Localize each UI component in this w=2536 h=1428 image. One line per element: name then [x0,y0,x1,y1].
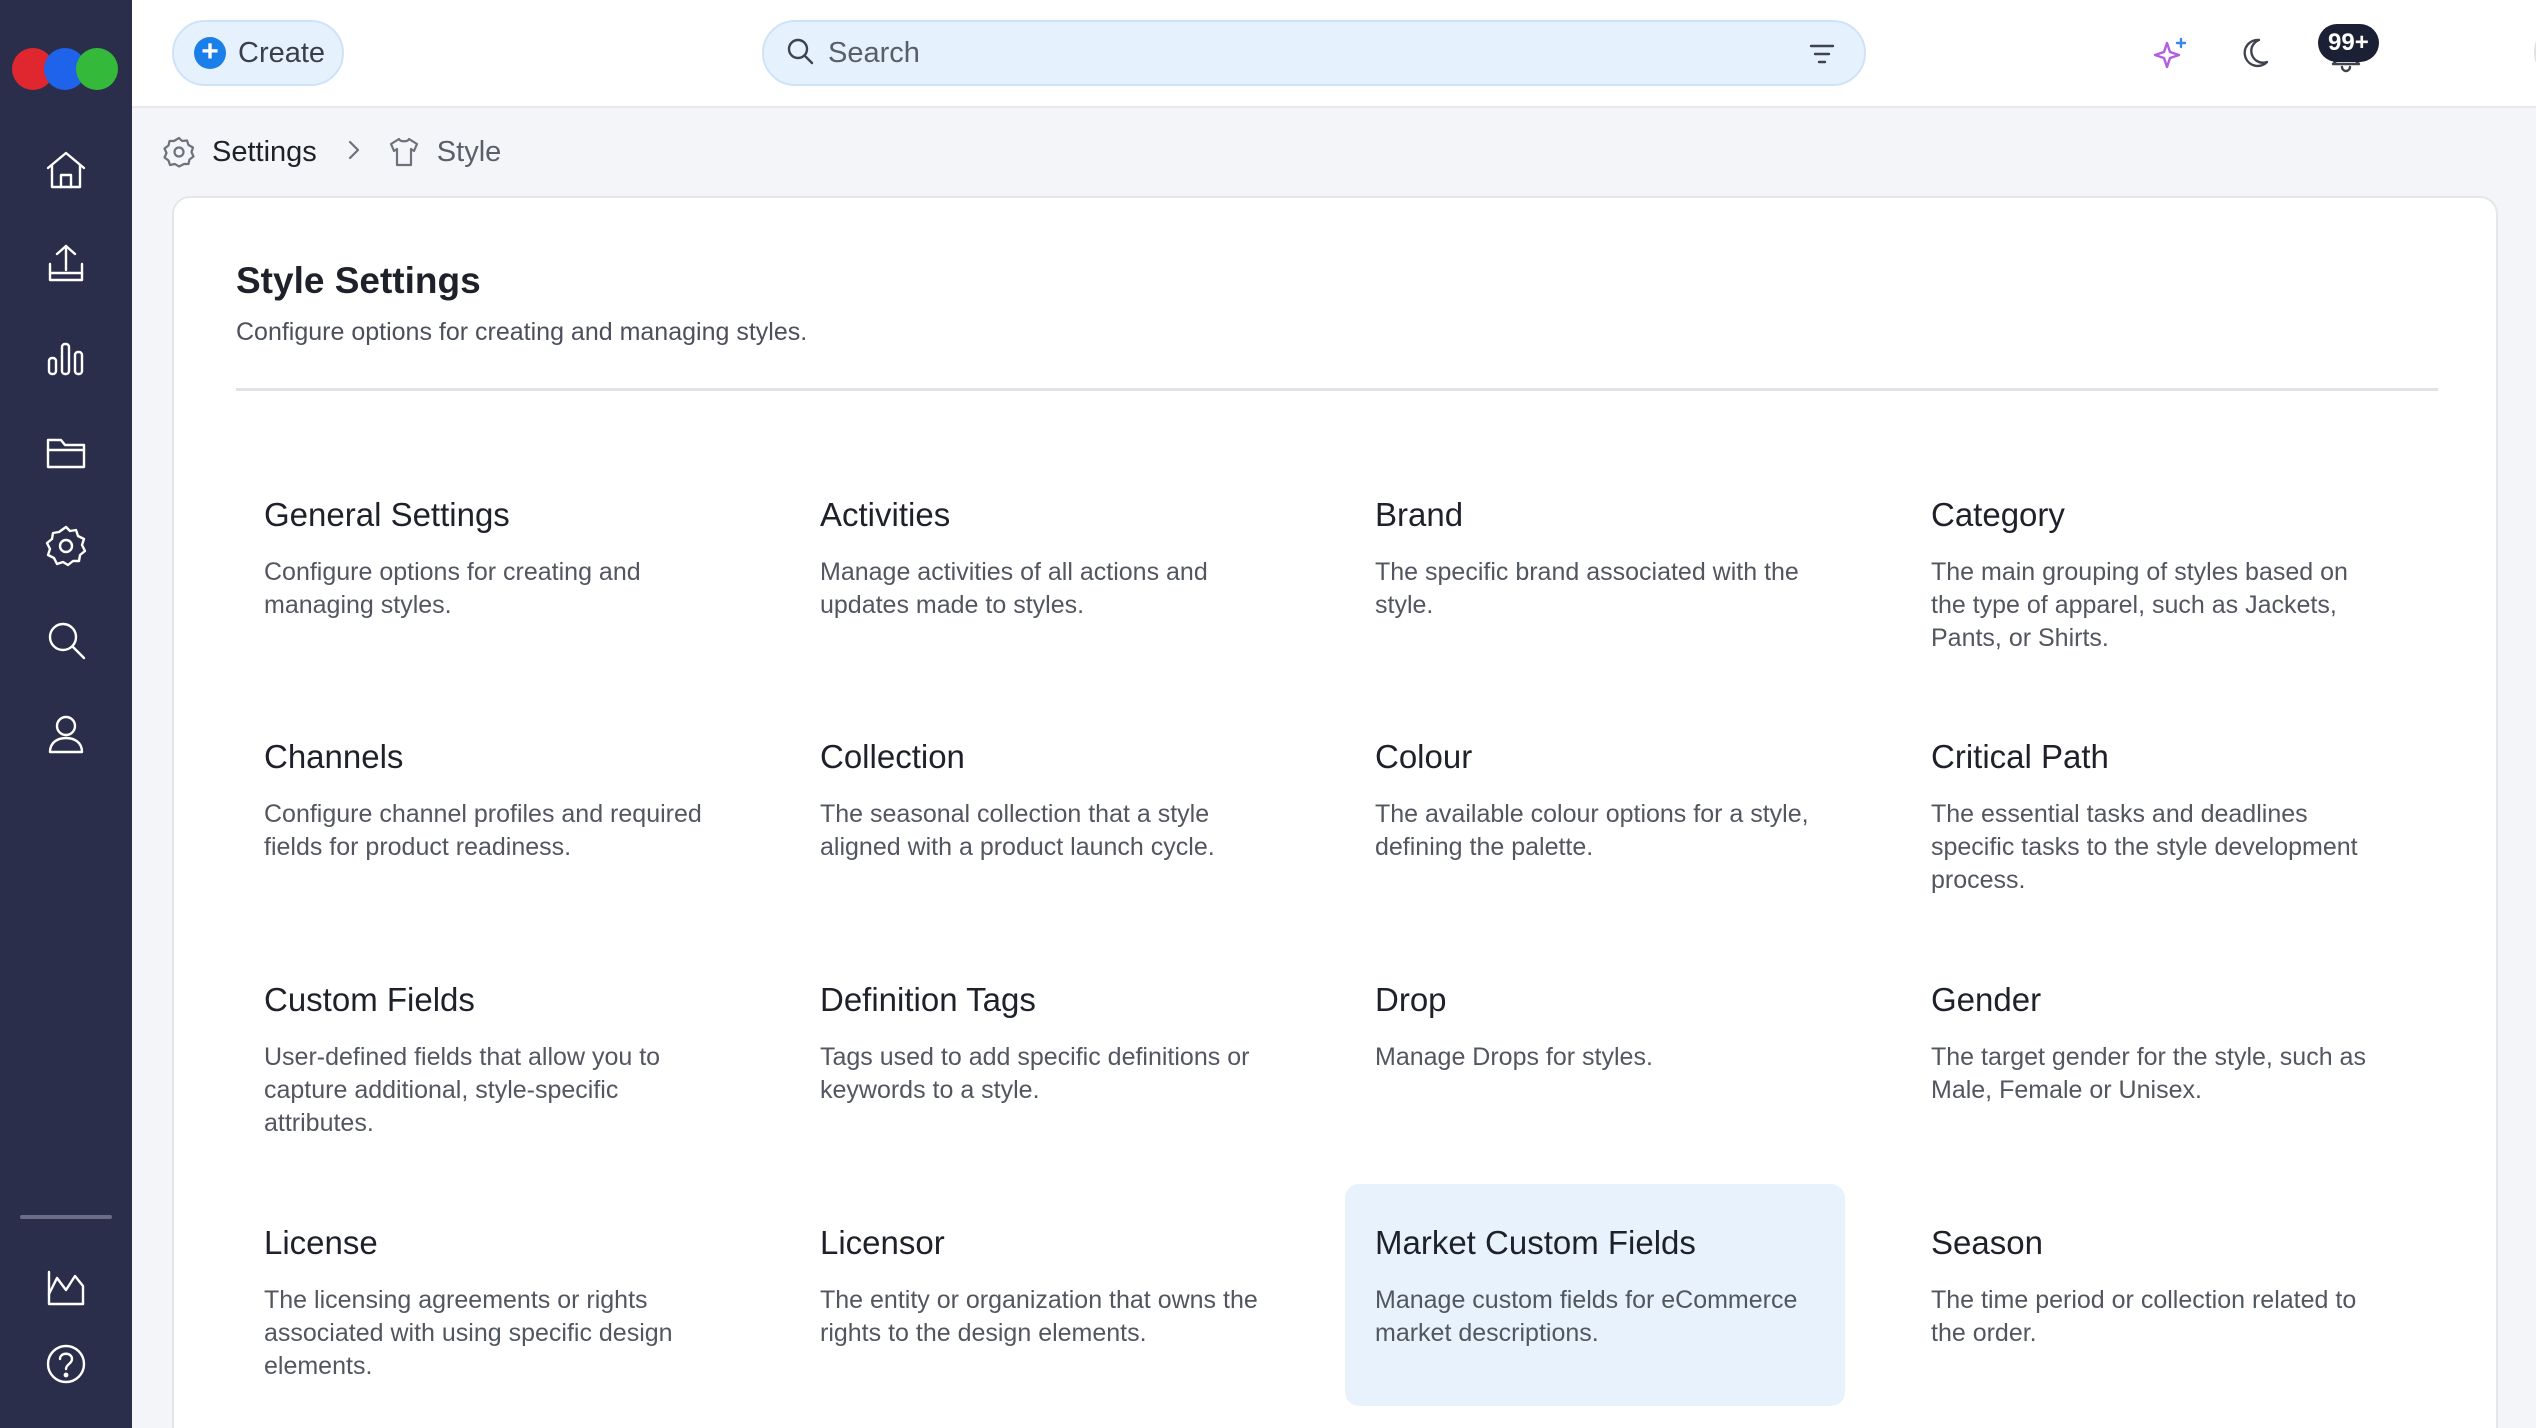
page-subtitle: Configure options for creating and manag… [236,318,808,346]
nav-help[interactable] [34,1332,98,1396]
tile-title: Channels [264,738,404,775]
tile-title: Drop [1375,981,1447,1018]
tile-title: General Settings [264,496,510,533]
tile-description: The specific brand associated with the s… [1375,558,1799,619]
tile-description: Tags used to add specific definitions or… [820,1043,1250,1104]
filter-icon[interactable] [1806,38,1838,75]
tile-critical-path[interactable]: Critical Path The essential tasks and de… [1901,710,2401,932]
tile-description: Manage activities of all actions and upd… [820,558,1208,619]
notification-badge: 99+ [2318,24,2379,62]
tile-market-custom-fields[interactable]: Market Custom Fields Manage custom field… [1345,1184,1845,1406]
tile-colour[interactable]: Colour The available colour options for … [1345,710,1845,932]
search-icon [784,35,816,72]
nav-profile[interactable] [34,702,98,766]
tile-description: User-defined fields that allow you to ca… [264,1043,661,1137]
chevron-right-icon [341,137,367,168]
sidebar [0,0,132,1428]
tile-title: Definition Tags [820,981,1036,1018]
topbar: + Create 99+ [132,0,2536,108]
help-icon [46,1344,86,1384]
tile-title: Season [1931,1224,2043,1261]
upload-icon [48,244,84,282]
dark-mode-toggle[interactable] [2234,30,2282,78]
tile-title: Gender [1931,981,2042,1018]
search-input[interactable] [828,36,1788,70]
tile-custom-fields[interactable]: Custom Fields User-defined fields that a… [234,953,734,1175]
user-icon [48,715,84,754]
ai-assistant-button[interactable] [2146,30,2194,78]
tile-license[interactable]: License The licensing agreements or righ… [234,1196,734,1418]
nav-reports[interactable] [34,1256,98,1320]
breadcrumb-settings[interactable]: Settings [212,136,317,169]
tile-description: The target gender for the style, such as… [1931,1043,2366,1104]
breadcrumb: Settings Style [162,130,501,174]
tile-title: Custom Fields [264,981,475,1018]
tile-description: The entity or organization that owns the… [820,1286,1258,1347]
tile-description: The licensing agreements or rights assoc… [264,1286,673,1380]
tile-description: The main grouping of styles based on the… [1931,558,2348,652]
tile-collection[interactable]: Collection The seasonal collection that … [790,710,1290,932]
nav-settings[interactable] [34,514,98,578]
tile-gender[interactable]: Gender The target gender for the style, … [1901,953,2401,1175]
tile-title: Category [1931,496,2065,533]
tile-licensor[interactable]: Licensor The entity or organization that… [790,1196,1290,1418]
tile-title: Activities [820,496,951,533]
gear-icon [45,525,87,567]
tile-title: Collection [820,738,965,775]
sparkle-icon [2153,37,2187,69]
create-label: Create [238,36,326,69]
tile-drop[interactable]: Drop Manage Drops for styles. [1345,953,1845,1175]
nav-folders[interactable] [34,420,98,484]
breadcrumb-style: Style [436,135,502,168]
search-icon [48,622,86,660]
tile-title: Critical Path [1931,738,2109,775]
page-title: Style Settings [236,260,481,301]
tile-description: The time period or collection related to… [1931,1286,2357,1347]
reports-icon [47,1270,85,1306]
nav-home[interactable] [34,138,98,202]
tile-channels[interactable]: Channels Configure channel profiles and … [234,710,734,932]
create-button[interactable]: + Create [172,20,344,86]
folder-icon [46,438,86,469]
home-icon [46,151,86,189]
tile-title: Market Custom Fields [1375,1224,1696,1261]
sidebar-divider [20,1215,112,1219]
tile-title: Brand [1375,496,1464,533]
tile-title: License [264,1224,378,1261]
moon-icon [2243,38,2269,68]
tile-season[interactable]: Season The time period or collection rel… [1901,1196,2401,1418]
tile-category[interactable]: Category The main grouping of styles bas… [1901,468,2401,690]
plus-icon: + [194,37,226,69]
tile-description: Manage custom fields for eCommerce marke… [1375,1286,1798,1347]
tile-description: The available colour options for a style… [1375,800,1809,861]
tile-description: The essential tasks and deadlines specif… [1931,800,2358,894]
gear-icon [163,136,195,168]
section-divider [236,388,2438,391]
tile-title: Licensor [820,1224,945,1261]
tile-activities[interactable]: Activities Manage activities of all acti… [790,468,1290,690]
tile-description: The seasonal collection that a style ali… [820,800,1215,861]
search-bar [762,20,1866,86]
tile-description: Configure channel profiles and required … [264,800,702,861]
chart-icon [47,342,84,376]
tile-title: Colour [1375,738,1473,775]
nav-analytics[interactable] [34,326,98,390]
tile-brand[interactable]: Brand The specific brand associated with… [1345,468,1845,690]
tile-description: Manage Drops for styles. [1375,1043,1653,1071]
tile-general-settings[interactable]: General Settings Configure options for c… [234,468,734,690]
style-settings-card: Style Settings Configure options for cre… [172,196,2498,1428]
app-logo[interactable] [12,48,120,92]
shirt-icon [389,137,418,167]
nav-upload[interactable] [34,232,98,296]
nav-search[interactable] [34,608,98,672]
tile-definition-tags[interactable]: Definition Tags Tags used to add specifi… [790,953,1290,1175]
tile-description: Configure options for creating and manag… [264,558,641,619]
